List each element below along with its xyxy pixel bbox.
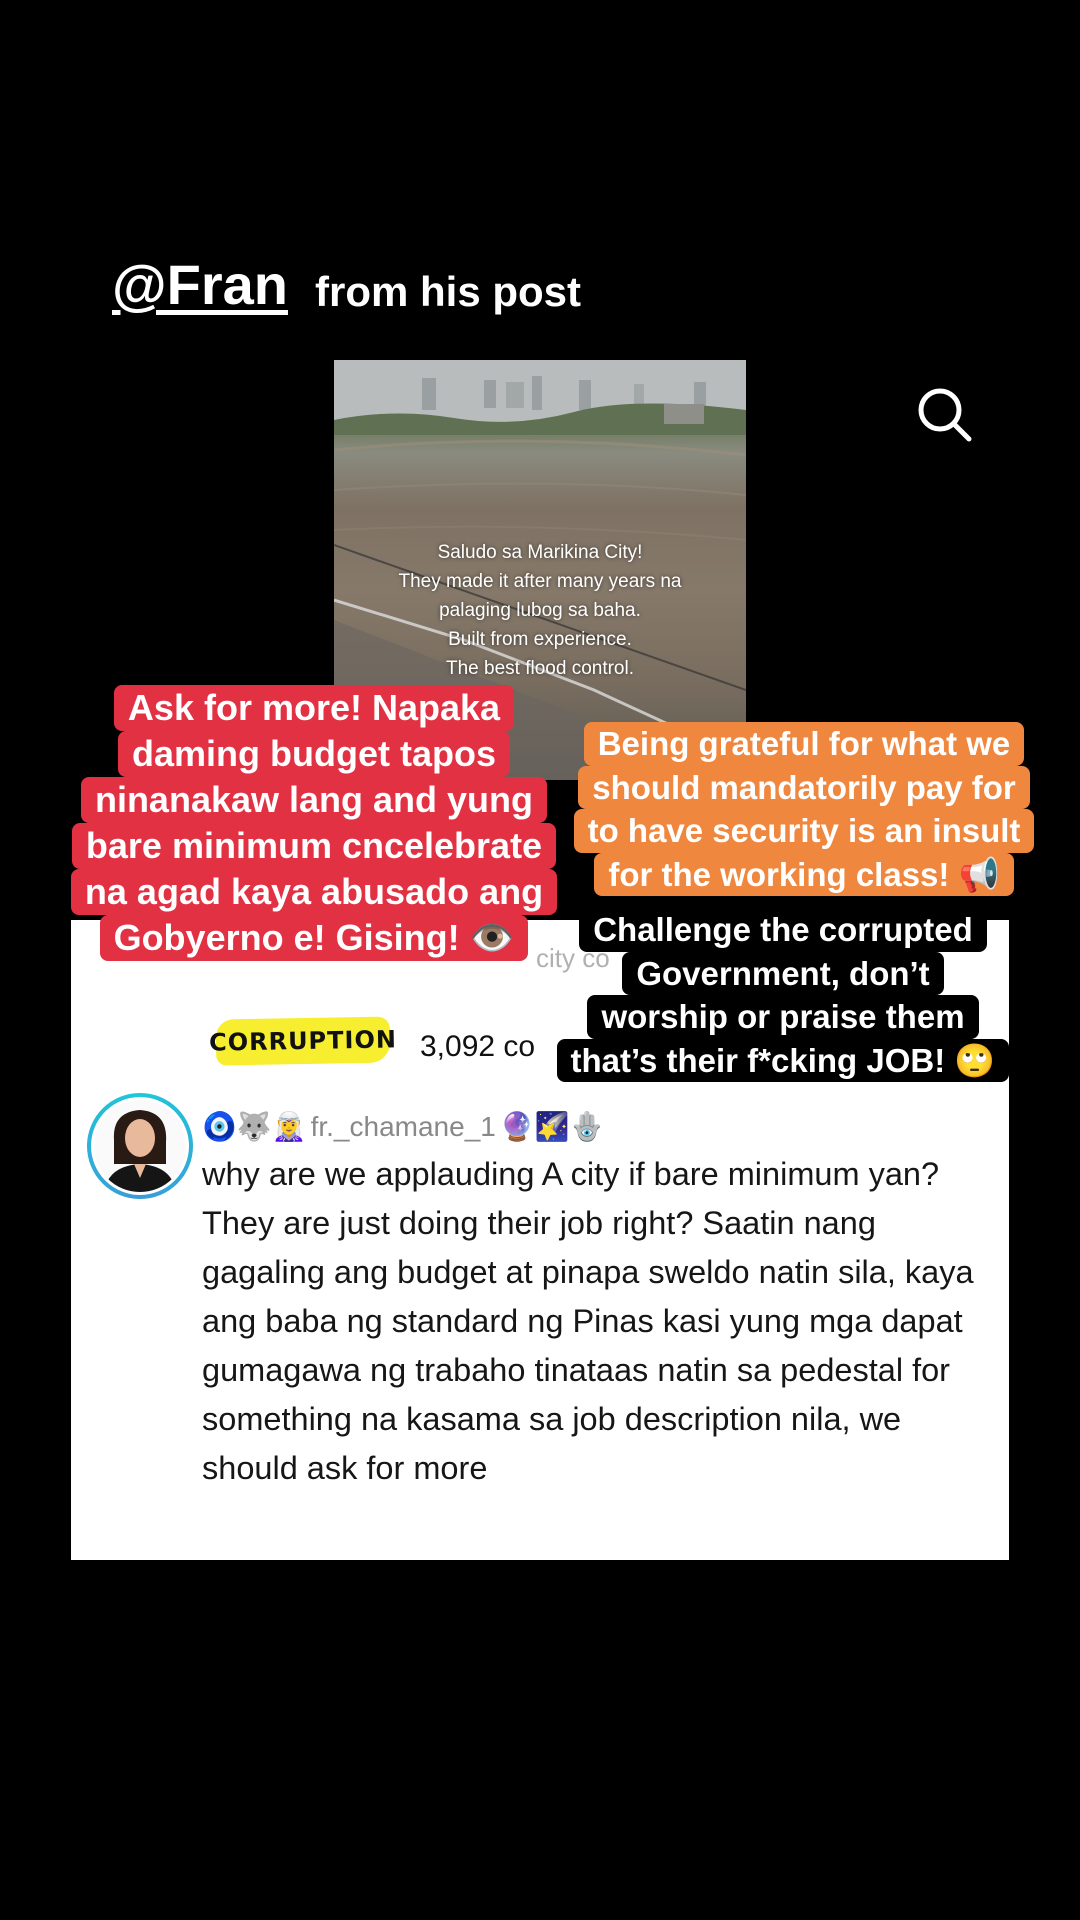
black-caption-line: worship or praise them — [587, 995, 979, 1039]
red-caption-line: daming budget tapos — [118, 731, 510, 777]
from-post-label: from his post — [315, 268, 582, 315]
black-caption-line: that’s their f*cking JOB! 🙄 — [556, 1038, 1010, 1082]
corruption-sticker: CORRUPTION — [209, 1016, 397, 1066]
orange-caption-line: Being grateful for what we — [583, 722, 1025, 766]
orange-caption-line: should mandatorily pay for — [578, 765, 1030, 809]
creator-handle[interactable]: @Fran — [112, 252, 288, 317]
red-caption-line: ninanakaw lang and yung — [80, 777, 548, 823]
avatar[interactable] — [87, 1093, 193, 1199]
person-icon — [94, 1100, 186, 1192]
username-prefix-emojis: 🧿🐺🧝‍♀️ — [202, 1111, 307, 1142]
red-caption-line: Gobyerno e! Gising! 👁️ — [99, 915, 529, 961]
orange-caption-line: for the working class! 📢 — [594, 852, 1014, 896]
avatar-image — [91, 1097, 189, 1195]
username-suffix-emojis: 🔮🌠🪬 — [499, 1111, 605, 1142]
black-caption-line: Government, don’t — [622, 951, 944, 995]
orange-caption-line: to have security is an insult — [573, 809, 1035, 853]
comment-body: why are we applauding A city if bare min… — [202, 1156, 974, 1486]
red-caption-overlay: Ask for more! Napaka daming budget tapos… — [58, 685, 570, 961]
red-caption-line: bare minimum cncelebrate — [71, 823, 557, 869]
video-caption: Saludo sa Marikina City! They made it af… — [398, 542, 682, 679]
red-caption-line: na agad kaya abusado ang — [70, 869, 558, 915]
black-caption-overlay: Challenge the corrupted Government, don’… — [548, 908, 1018, 1082]
comment-count: 3,092 co — [420, 1030, 536, 1063]
black-caption-line: Challenge the corrupted — [579, 908, 987, 952]
red-caption-line: Ask for more! Napaka — [113, 685, 515, 731]
search-icon[interactable] — [915, 385, 975, 445]
orange-caption-overlay: Being grateful for what we should mandat… — [564, 722, 1044, 896]
comment-username[interactable]: fr._chamane_1 — [311, 1111, 496, 1143]
comment-username-row[interactable]: 🧿🐺🧝‍♀️ fr._chamane_1 🔮🌠🪬 — [202, 1105, 604, 1149]
